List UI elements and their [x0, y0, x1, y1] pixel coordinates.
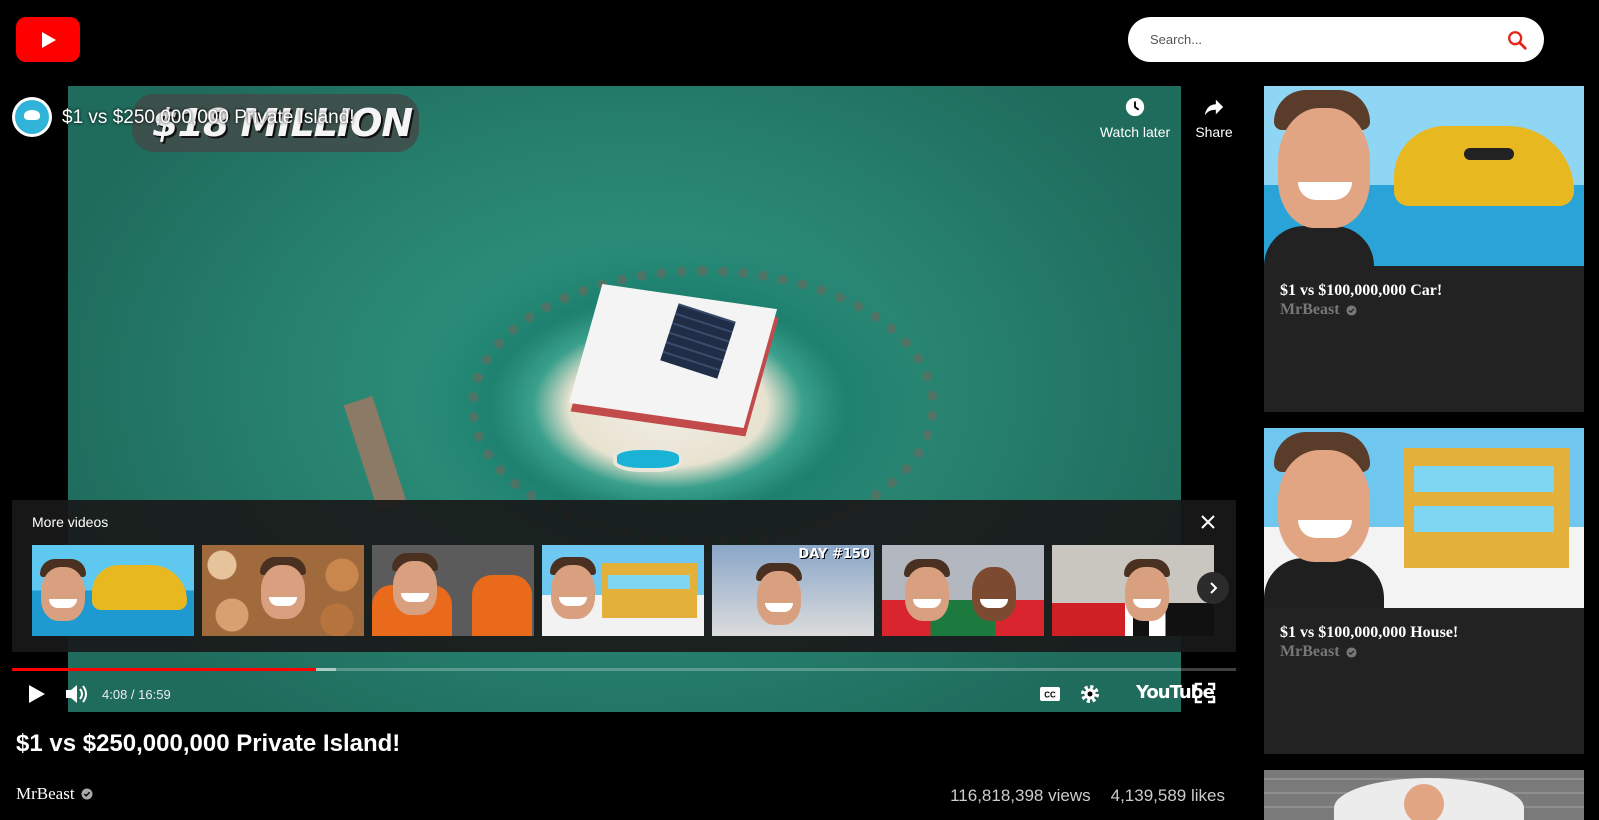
related-video-channel[interactable]: MrBeast — [1280, 301, 1357, 319]
view-count: 116,818,398 views — [950, 786, 1091, 805]
share-icon — [1204, 99, 1224, 116]
more-video-thumbnail[interactable] — [1052, 545, 1214, 636]
progress-played — [12, 668, 316, 671]
progress-bar[interactable] — [12, 668, 1236, 671]
channel-name-label: MrBeast — [16, 784, 75, 803]
captions-icon[interactable]: CC — [1038, 682, 1062, 706]
channel-name[interactable]: MrBeast — [16, 784, 93, 804]
related-video-channel-label: MrBeast — [1280, 643, 1340, 660]
time-display: 4:08 / 16:59 — [102, 687, 171, 702]
related-video-thumbnail[interactable] — [1264, 428, 1584, 608]
verified-icon — [81, 788, 93, 800]
player-title[interactable]: $1 vs $250,000,000 Private Island! — [62, 107, 355, 129]
youtube-logo[interactable] — [16, 17, 80, 62]
search-bar — [1128, 17, 1544, 62]
more-videos-panel: More videos DAY #150 — [12, 500, 1236, 652]
play-button[interactable] — [24, 682, 48, 706]
more-videos-list: DAY #150 — [32, 545, 1227, 636]
pool — [613, 446, 683, 472]
settings-icon[interactable] — [1078, 682, 1102, 706]
channel-avatar[interactable] — [12, 97, 52, 137]
like-count: 4,139,589 likes — [1110, 786, 1225, 805]
related-video-title[interactable]: $1 vs $100,000,000 Car! — [1280, 282, 1442, 300]
watch-later-label: Watch later — [1099, 124, 1171, 140]
share-label: Share — [1195, 124, 1233, 140]
video-stats: 116,818,398 views 4,139,589 likes — [950, 786, 1225, 806]
more-videos-title: More videos — [32, 514, 109, 530]
more-video-thumb-text: DAY #150 — [798, 547, 870, 562]
more-video-thumbnail[interactable] — [882, 545, 1044, 636]
next-arrow-button[interactable] — [1197, 572, 1229, 604]
more-video-thumbnail[interactable] — [202, 545, 364, 636]
more-video-thumbnail[interactable] — [372, 545, 534, 636]
verified-icon — [1345, 646, 1357, 658]
dock — [343, 396, 407, 510]
more-video-thumbnail[interactable]: DAY #150 — [712, 545, 874, 636]
more-video-thumbnail[interactable] — [32, 545, 194, 636]
related-video-card[interactable]: $1 vs $100,000,000 House! MrBeast — [1264, 428, 1584, 754]
more-video-thumbnail[interactable] — [542, 545, 704, 636]
player-controls: 4:08 / 16:59 CC YouTube — [12, 676, 1236, 712]
fullscreen-icon[interactable] — [1194, 682, 1216, 704]
play-icon — [42, 31, 56, 48]
search-input[interactable] — [1148, 31, 1506, 48]
related-video-card[interactable]: $1 vs $100,000,000 Car! MrBeast — [1264, 86, 1584, 412]
chevron-right-icon — [1210, 582, 1218, 594]
volume-icon[interactable] — [64, 682, 90, 706]
video-player[interactable]: $18 MILLION $1 vs $250,000,000 Private I… — [12, 86, 1236, 712]
svg-text:CC: CC — [1044, 691, 1056, 700]
share-button[interactable]: Share — [1184, 96, 1236, 140]
clock-icon — [1125, 97, 1145, 117]
related-video-channel-label: MrBeast — [1280, 301, 1340, 318]
related-video-thumbnail[interactable] — [1264, 86, 1584, 266]
search-icon[interactable] — [1506, 29, 1528, 51]
verified-icon — [1345, 304, 1357, 316]
watch-later-button[interactable]: Watch later — [1090, 96, 1180, 140]
related-video-title[interactable]: $1 vs $100,000,000 House! — [1280, 624, 1458, 642]
related-video-channel[interactable]: MrBeast — [1280, 643, 1357, 661]
close-icon[interactable] — [1198, 512, 1218, 532]
video-title: $1 vs $250,000,000 Private Island! — [16, 730, 401, 757]
